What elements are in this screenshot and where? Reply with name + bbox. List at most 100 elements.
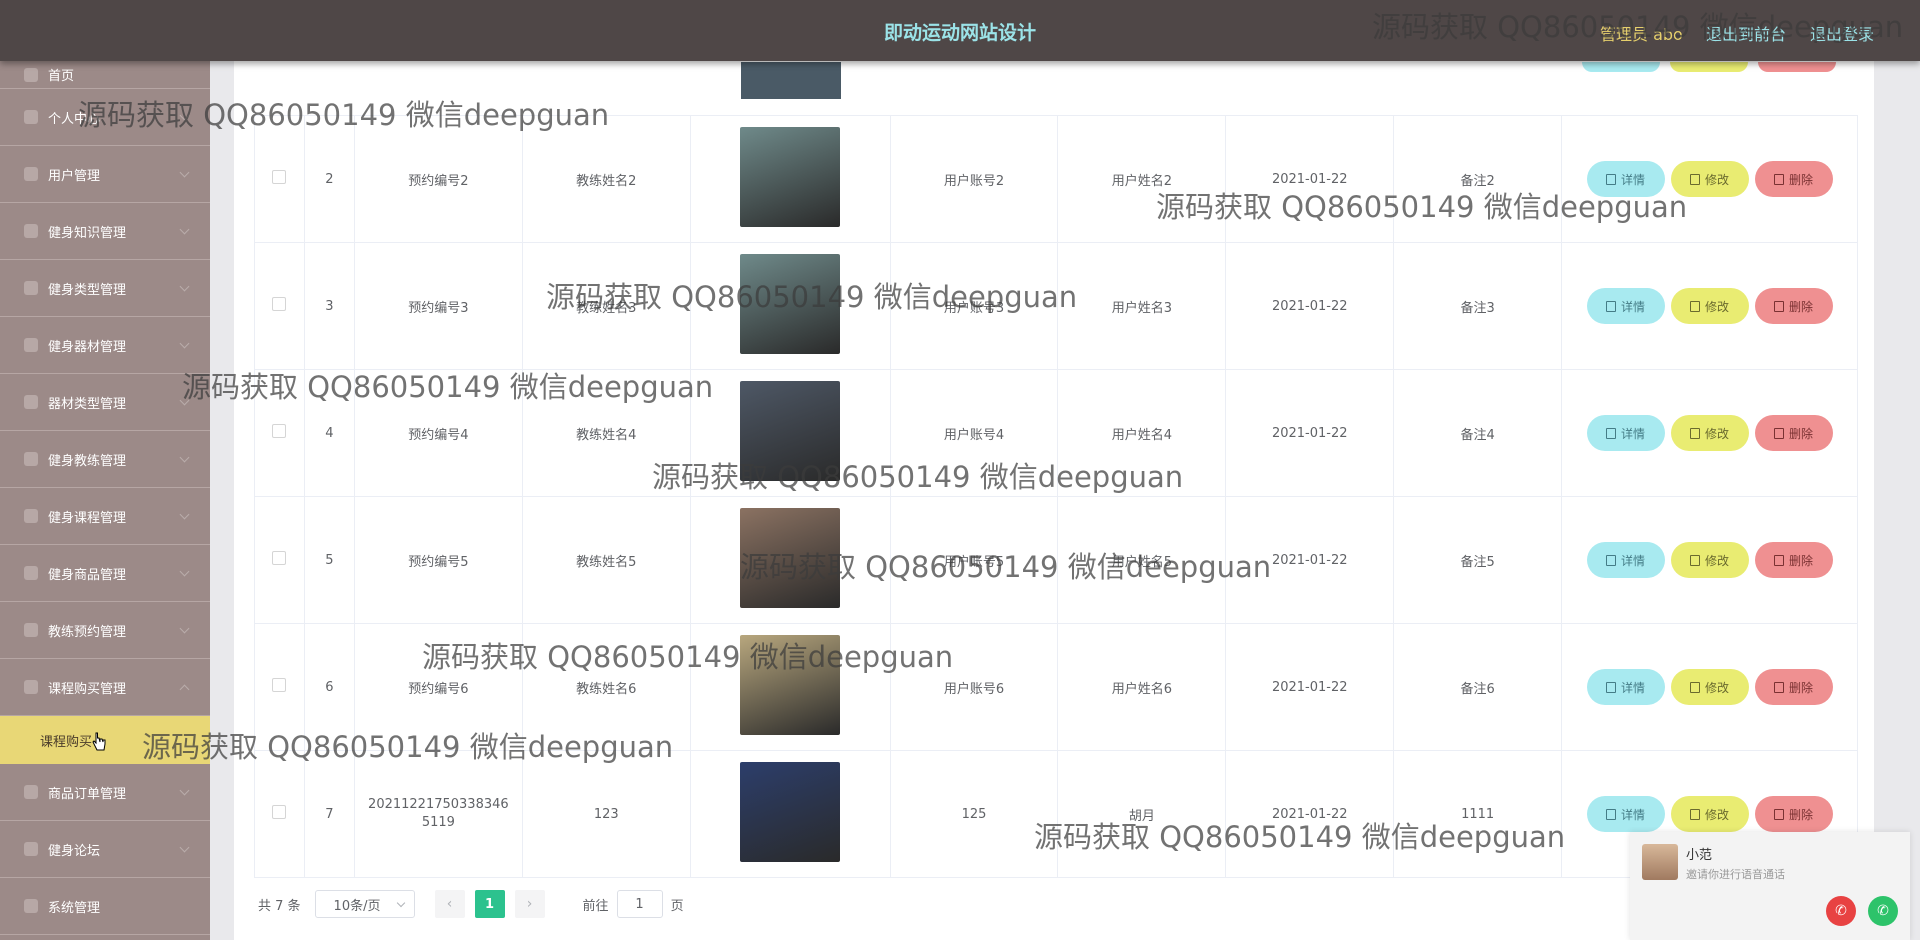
row-checkbox[interactable]	[272, 678, 287, 692]
delete-button[interactable]: 删除	[1754, 415, 1833, 451]
detail-label: 详情	[1621, 426, 1646, 441]
watermark: 源码获取 QQ86050149 微信deepguan	[546, 280, 1078, 314]
detail-button[interactable]: 详情	[1586, 669, 1665, 705]
detail-icon	[1606, 808, 1617, 820]
delete-button[interactable]: 删除	[1754, 796, 1833, 832]
pagination: 共 7 条 10条/页 ‹ 1 › 前往 1 页	[258, 890, 684, 918]
row-checkbox-cell	[254, 750, 305, 878]
delete-label: 删除	[1789, 299, 1814, 314]
edit-button[interactable]: 修改	[1670, 415, 1749, 451]
goto-page-input[interactable]: 1	[616, 890, 663, 918]
detail-button[interactable]: 详情	[1586, 288, 1665, 324]
sidebar-item-fitness-knowledge[interactable]: 健身知识管理	[0, 203, 210, 260]
row-index: 2	[303, 115, 355, 243]
sidebar-item-home[interactable]: 首页	[0, 61, 210, 89]
sidebar-item-fitness-coach[interactable]: 健身教练管理	[0, 431, 210, 488]
chevron-down-icon	[179, 785, 190, 796]
page-size-value: 10条/页	[333, 898, 381, 914]
sidebar-item-coach-booking[interactable]: 教练预约管理	[0, 602, 210, 659]
edit-icon	[1690, 808, 1701, 820]
note: 备注6	[1393, 623, 1563, 751]
sidebar-item-label: 健身商品管理	[48, 567, 127, 583]
actions-cell: 详情 修改 删除	[1561, 369, 1858, 497]
detail-button[interactable]: 详情	[1586, 796, 1665, 832]
row-checkbox-cell	[254, 496, 305, 624]
sidebar-item-goods-order[interactable]: 商品订单管理	[0, 764, 210, 821]
detail-button[interactable]: 详情	[1586, 415, 1665, 451]
edit-label: 修改	[1705, 807, 1730, 822]
photo-cell	[689, 750, 891, 878]
row-checkbox[interactable]	[272, 551, 287, 565]
delete-label: 删除	[1789, 807, 1814, 822]
row-checkbox[interactable]	[272, 805, 287, 819]
delete-icon	[1774, 681, 1785, 693]
sidebar-item-label: 教练预约管理	[48, 624, 127, 640]
watermark: 源码获取 QQ86050149 微信deepguan	[78, 98, 610, 132]
sidebar-item-course-purchase[interactable]: 课程购买管理	[0, 659, 210, 716]
grid-icon	[24, 566, 38, 580]
sidebar-item-fitness-course[interactable]: 健身课程管理	[0, 488, 210, 545]
row-checkbox[interactable]	[272, 170, 287, 184]
sidebar-item-label: 课程购买管理	[48, 681, 127, 697]
edit-button[interactable]: 修改	[1670, 796, 1749, 832]
user-name: 用户姓名6	[1057, 623, 1227, 751]
chevron-up-icon	[179, 684, 190, 695]
edit-label: 修改	[1705, 299, 1730, 314]
sidebar-item-equipment-type[interactable]: 器材类型管理	[0, 374, 210, 431]
next-page-button[interactable]: ›	[514, 890, 545, 918]
order-icon	[24, 785, 38, 799]
delete-button[interactable]: 删除	[1754, 288, 1833, 324]
chevron-down-icon	[179, 224, 190, 235]
booking-date: 2021-01-22	[1225, 623, 1395, 751]
sidebar: 首页 个人中心 用户管理 健身知识管理 健身类型管理 健身器材管理 器材类型管理…	[0, 61, 210, 940]
page-number-button[interactable]: 1	[474, 890, 505, 918]
watermark: 源码获取 QQ86050149 微信deepguan	[182, 370, 714, 404]
prev-page-button[interactable]: ‹	[434, 890, 465, 918]
sidebar-item-system-management[interactable]: 系统管理	[0, 878, 210, 935]
delete-button[interactable]: 删除	[1754, 161, 1833, 197]
sidebar-item-fitness-type[interactable]: 健身类型管理	[0, 260, 210, 317]
tag-icon	[24, 281, 38, 295]
actions-cell: 详情 修改 删除	[1561, 242, 1858, 370]
chevron-down-icon	[396, 898, 405, 908]
edit-icon	[1690, 681, 1701, 693]
booking-number: 预约编号3	[353, 242, 523, 370]
hang-up-button[interactable]: ✆	[1826, 896, 1856, 926]
edit-button[interactable]: 修改	[1670, 669, 1749, 705]
page-size-select[interactable]: 10条/页	[314, 890, 415, 918]
edit-button[interactable]: 修改	[1670, 288, 1749, 324]
users-icon	[24, 167, 38, 181]
detail-icon	[1606, 681, 1617, 693]
edit-icon	[1690, 300, 1701, 312]
watermark: 源码获取 QQ86050149 微信deepguan	[740, 550, 1272, 584]
total-count: 共 7 条	[258, 898, 301, 914]
sidebar-item-fitness-equipment[interactable]: 健身器材管理	[0, 317, 210, 374]
row-checkbox[interactable]	[272, 297, 287, 311]
detail-button[interactable]: 详情	[1586, 542, 1665, 578]
delete-icon	[1774, 808, 1785, 820]
accept-call-button[interactable]: ✆	[1868, 896, 1898, 926]
detail-icon	[1606, 554, 1617, 566]
list-icon	[24, 395, 38, 409]
delete-button[interactable]: 删除	[1754, 669, 1833, 705]
edit-button[interactable]: 修改	[1670, 542, 1749, 578]
watermark: 源码获取 QQ86050149 微信deepguan	[1372, 10, 1904, 44]
sidebar-item-user-management[interactable]: 用户管理	[0, 146, 210, 203]
detail-label: 详情	[1621, 680, 1646, 695]
sidebar-item-label: 首页	[48, 69, 75, 84]
sidebar-item-fitness-forum[interactable]: 健身论坛	[0, 821, 210, 878]
row-index: 7	[303, 750, 355, 878]
home-icon	[24, 67, 38, 82]
actions-cell: 详情 修改 删除	[1561, 623, 1858, 751]
delete-icon	[1774, 300, 1785, 312]
edit-icon	[1690, 173, 1701, 185]
edit-label: 修改	[1705, 680, 1730, 695]
sidebar-item-label: 健身器材管理	[48, 339, 127, 355]
detail-icon	[1606, 173, 1617, 185]
delete-button[interactable]: 删除	[1754, 542, 1833, 578]
watermark: 源码获取 QQ86050149 微信deepguan	[1034, 820, 1566, 854]
row-checkbox[interactable]	[272, 424, 287, 438]
delete-icon	[1774, 173, 1785, 185]
sidebar-item-fitness-goods[interactable]: 健身商品管理	[0, 545, 210, 602]
delete-label: 删除	[1789, 172, 1814, 187]
